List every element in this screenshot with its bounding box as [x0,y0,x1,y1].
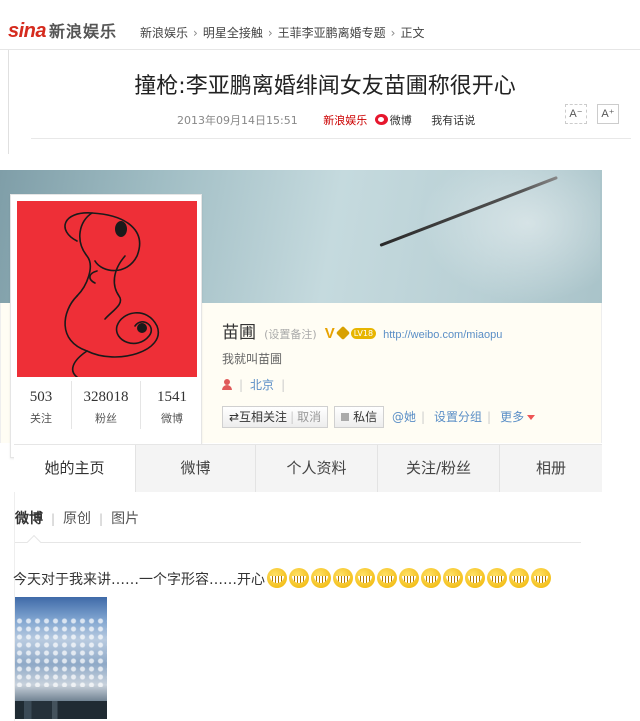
set-remark-link[interactable]: (设置备注) [264,328,317,341]
stat-label: 关注 [30,412,52,425]
private-message-label: 私信 [353,410,378,424]
chevron-right-icon: › [267,26,273,40]
weibo-share-link[interactable]: 微博 [390,114,412,127]
comment-link[interactable]: 我有话说 [431,114,475,127]
filter-all[interactable]: 微博 [15,511,43,527]
profile-location-row: | 北京 | [222,376,292,393]
font-larger-button[interactable]: A⁺ [597,104,619,124]
laughing-emoji-icon [267,568,287,588]
breadcrumb-item[interactable]: 新浪娱乐 [140,26,188,40]
logo-channel: 新浪娱乐 [49,24,118,41]
tab-profile-info[interactable]: 个人资料 [256,445,378,492]
stat-value: 328018 [83,389,129,405]
stat-followers[interactable]: 328018 粉丝 [71,381,141,429]
profile-bio: 我就叫苗圃 [222,352,283,366]
chevron-right-icon: › [390,26,396,40]
private-message-button[interactable]: 私信 [334,406,385,428]
feed-filter: 微博 | 原创 | 图片 [15,511,140,527]
stat-posts[interactable]: 1541 微博 [141,381,203,429]
post-content: 今天对于我来讲……一个字形容……开心 [13,568,551,589]
female-user-icon [222,379,232,390]
post-text: 今天对于我来讲……一个字形容……开心 [13,572,265,588]
breadcrumb-item[interactable]: 王菲李亚鹏离婚专题 [278,26,386,40]
profile-tabs: 她的主页 微博 个人资料 关注/粉丝 相册 [14,444,602,492]
profile-url-link[interactable]: http://weibo.com/miaopu [383,329,502,341]
breadcrumb-item[interactable]: 明星全接触 [203,26,263,40]
site-header: sina 新浪娱乐 新浪娱乐 › 明星全接触 › 王菲李亚鹏离婚专题 › 正文 [0,0,640,50]
laughing-emoji-icon [289,568,309,588]
location-link[interactable]: 北京 [250,378,274,392]
font-smaller-button[interactable]: A⁻ [565,104,587,124]
laughing-emoji-icon [377,568,397,588]
laughing-emoji-icon [509,568,529,588]
stat-label: 粉丝 [95,412,117,425]
weibo-profile: 503 关注 328018 粉丝 1541 微博 苗圃 (设置备注) V LV18… [0,170,602,721]
tab-weibo[interactable]: 微博 [136,445,256,492]
laughing-emoji-icon [531,568,551,588]
emoticon-row [265,568,551,588]
divider [31,138,631,139]
stat-value: 503 [29,389,53,405]
mention-link[interactable]: @她 [392,406,416,428]
logo-text: sina [8,20,47,42]
breadcrumb-item-current: 正文 [400,26,425,40]
article-timestamp: 2013年09月14日15:51 [177,114,298,127]
level-badge[interactable]: LV18 [350,328,377,339]
profile-name-row: 苗圃 (设置备注) V LV18 http://weibo.com/miaopu [222,318,502,343]
profile-actions: ⇄互相关注 | 取消 私信 @她 | 设置分组 | 更多 [222,406,536,428]
laughing-emoji-icon [421,568,441,588]
stat-label: 微博 [161,412,183,425]
stat-following[interactable]: 503 关注 [11,381,71,429]
filter-images[interactable]: 图片 [111,511,139,527]
profile-stats: 503 关注 328018 粉丝 1541 微博 [11,381,203,429]
feed-area: 微博 | 原创 | 图片 今天对于我来讲……一个字形容……开心 [13,492,602,721]
divider [15,542,581,543]
laughing-emoji-icon [311,568,331,588]
member-heart-icon[interactable] [335,325,350,341]
laughing-emoji-icon [399,568,419,588]
avatar-card: 503 关注 328018 粉丝 1541 微博 [10,194,202,458]
tab-follow-fans[interactable]: 关注/粉丝 [378,445,500,492]
breadcrumb: 新浪娱乐 › 明星全接触 › 王菲李亚鹏离婚专题 › 正文 [140,24,425,41]
chevron-right-icon: › [193,26,198,40]
weibo-logo-icon[interactable] [374,114,388,125]
sina-logo[interactable]: sina 新浪娱乐 [8,18,117,43]
avatar-drawing [64,212,160,378]
article-title: 撞枪:李亚鹏离婚绯闻女友苗圃称很开心 [134,74,516,99]
message-icon [341,413,350,421]
laughing-emoji-icon [355,568,375,588]
laughing-emoji-icon [465,568,485,588]
mutual-follow-button[interactable]: ⇄互相关注 | 取消 [222,406,329,428]
set-group-link[interactable]: 设置分组 [434,406,482,428]
article-source-link[interactable]: 新浪娱乐 [323,114,367,127]
laughing-emoji-icon [333,568,353,588]
laughing-emoji-icon [443,568,463,588]
profile-name: 苗圃 [222,323,256,343]
tab-home[interactable]: 她的主页 [14,445,136,492]
verified-v-icon[interactable]: V [325,325,335,342]
more-label: 更多 [500,410,525,424]
mutual-follow-label: ⇄互相关注 [229,410,288,424]
avatar[interactable] [17,201,197,378]
tab-album[interactable]: 相册 [500,445,602,492]
post-photo-thumbnail[interactable] [15,597,107,719]
unfollow-link[interactable]: 取消 [297,410,321,424]
more-dropdown[interactable]: 更多 [500,406,536,428]
laughing-emoji-icon [487,568,507,588]
article-meta: 2013年09月14日15:51 新浪娱乐 微博 我有话说 [177,112,475,128]
stat-value: 1541 [157,389,187,405]
filter-original[interactable]: 原创 [63,511,91,527]
caret-down-icon [527,415,536,420]
article-header: 撞枪:李亚鹏离婚绯闻女友苗圃称很开心 2013年09月14日15:51 新浪娱乐… [8,50,640,154]
